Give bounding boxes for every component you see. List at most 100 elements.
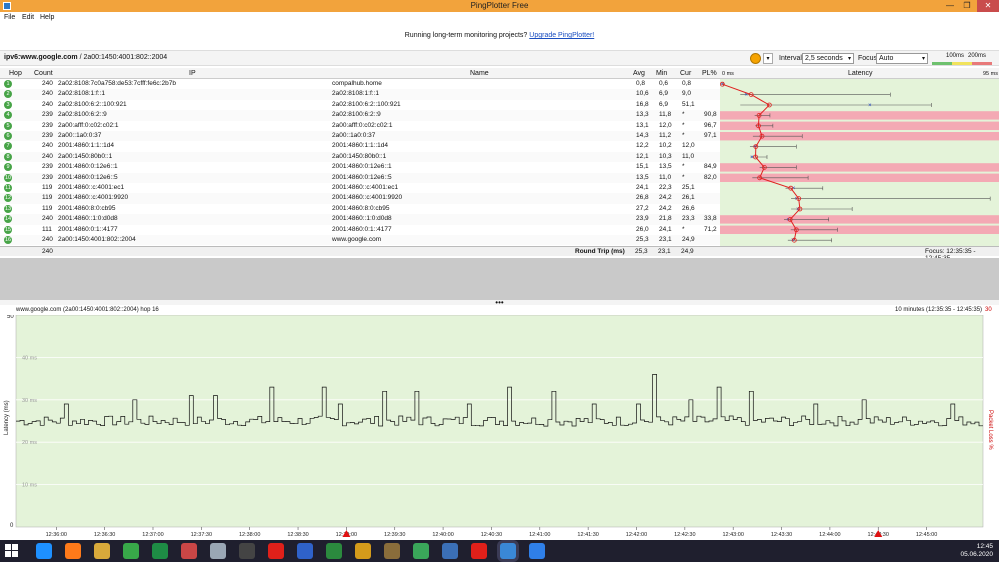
grid-header: Hop Count IP Name Avg Min Cur PL% 0 ms L… — [0, 68, 999, 79]
menu-file[interactable]: File — [4, 14, 15, 21]
col-cur[interactable]: Cur — [680, 70, 691, 77]
network-icon[interactable] — [442, 543, 458, 559]
cell-cur: 9,0 — [682, 90, 692, 98]
cell-min: 12,0 — [659, 121, 672, 129]
clock-date: 05.06.2020 — [960, 551, 993, 558]
packet-loss-band — [720, 225, 999, 234]
table-row[interactable]: 15 111 2001:4860:0:1::4177 2001:4860:0:1::4… — [0, 225, 720, 235]
table-row[interactable]: 2 240 2a02:8108:1:f::1 2a02:8108:1:f::1 10,6… — [0, 89, 720, 100]
cell-pl: 97,1 — [704, 132, 717, 139]
gridline-label: 10 ms — [22, 483, 37, 489]
wrench-icon[interactable] — [384, 543, 400, 559]
globe-icon[interactable] — [413, 543, 429, 559]
cell-pl: 82,0 — [704, 173, 717, 181]
pause-dropdown-icon[interactable]: ▾ — [763, 53, 773, 64]
menu-bar: File Edit Help — [0, 12, 999, 23]
latency-scale-legend: 100ms 200ms — [932, 53, 992, 65]
col-min[interactable]: Min — [656, 70, 667, 77]
notepad-icon[interactable] — [210, 543, 226, 559]
taskbar: 12:45 05.06.2020 — [0, 540, 999, 562]
cell-name: 2001:4860:0:12e6::5 — [332, 173, 392, 181]
table-row[interactable]: 7 240 2001:4860:1:1::1d4 2001:4860:1:1::1d4… — [0, 141, 720, 151]
cell-min: 6,9 — [659, 90, 669, 98]
focus-select[interactable]: Auto ▾ — [876, 53, 928, 64]
table-row[interactable]: 10 239 2001:4860:0:12e6::5 2001:4860:0:12e6… — [0, 172, 720, 183]
col-hop[interactable]: Hop — [9, 70, 22, 77]
cell-ip: 2a00:1450:80b0::1 — [58, 152, 113, 160]
col-latency[interactable]: Latency — [848, 70, 873, 77]
minimize-button[interactable]: — — [942, 0, 958, 12]
cell-pl: 71,2 — [704, 225, 717, 233]
table-row[interactable]: 3 240 2a02:8100:6:2::100:921 2a02:8100:6:2:… — [0, 100, 720, 110]
table-row[interactable]: 8 240 2a00:1450:80b0::1 2a00:1450:80b0::1 12… — [0, 151, 720, 163]
opera-gx-icon[interactable] — [471, 543, 487, 559]
pause-button[interactable] — [750, 53, 761, 64]
col-ip[interactable]: IP — [189, 70, 196, 77]
x-tick-label: 12:44:00 — [819, 532, 840, 538]
table-row[interactable]: 4 239 2a02:8100:6:2::9 2a02:8100:6:2::9 13,3… — [0, 110, 720, 121]
project-icon[interactable] — [326, 543, 342, 559]
summary-avg: 25,3 — [635, 248, 648, 255]
promo-text: Running long-term monitoring projects? — [404, 32, 528, 39]
cell-count: 119 — [42, 204, 53, 212]
cell-count: 240 — [42, 215, 53, 223]
table-row[interactable]: 13 119 2001:4860:8:0:cb95 2001:4860:8:0:cb9… — [0, 204, 720, 214]
gridline-label: 30 ms — [22, 398, 37, 404]
system-clock[interactable]: 12:45 05.06.2020 — [960, 543, 993, 559]
cell-min: 10,2 — [659, 142, 672, 150]
paint-icon[interactable] — [181, 543, 197, 559]
summary-row: 240 Round Trip (ms) 25,3 23,1 24,9 Focus… — [0, 246, 999, 262]
firefox-icon[interactable] — [65, 543, 81, 559]
hop-status-icon: 9 — [4, 163, 12, 172]
windows-start-icon[interactable] — [5, 544, 19, 558]
cell-name: 2a02:8108:1:f::1 — [332, 90, 379, 98]
cell-count: 240 — [42, 142, 53, 150]
upgrade-link[interactable]: Upgrade PingPlotter! — [529, 32, 594, 39]
menu-help[interactable]: Help — [40, 14, 54, 21]
cell-min: 10,3 — [659, 152, 672, 160]
file-explorer-icon[interactable] — [94, 543, 110, 559]
promo-banner: Running long-term monitoring projects? U… — [0, 32, 999, 39]
excel-icon[interactable] — [152, 543, 168, 559]
chrome-icon[interactable] — [123, 543, 139, 559]
opera-icon[interactable] — [268, 543, 284, 559]
interval-select[interactable]: 2,5 seconds ▾ — [802, 53, 854, 64]
table-row[interactable]: 11 119 2001:4860::c:4001:ec1 2001:4860::c:4… — [0, 183, 720, 193]
menu-edit[interactable]: Edit — [22, 14, 34, 21]
y-axis-max-label: 50 — [7, 315, 14, 320]
hop-status-icon: 5 — [4, 121, 12, 130]
table-row[interactable]: 16 240 2a00:1450:4001:802::2004 www.google.… — [0, 235, 720, 246]
visio-icon[interactable] — [297, 543, 313, 559]
y-axis-title: Latency (ms) — [4, 400, 10, 435]
table-row[interactable]: 12 119 2001:4860::c:4001:9920 2001:4860::c:… — [0, 193, 720, 204]
table-row[interactable]: 5 239 2a00:afff:0:c02:c02:1 2a00:afff:0:c02… — [0, 121, 720, 131]
cell-ip: 2001:4860:0:12e6::5 — [58, 173, 118, 181]
table-row[interactable]: 6 239 2a00::1a0:0:37 2a00::1a0:0:37 14,3 11,2… — [0, 131, 720, 142]
cell-avg: 14,3 — [636, 132, 649, 139]
media-icon[interactable] — [239, 543, 255, 559]
dropbox-icon[interactable] — [529, 543, 545, 559]
table-row[interactable]: 9 239 2001:4860:0:12e6::1 2001:4860:0:12e6:… — [0, 162, 720, 172]
cell-min: 11,0 — [659, 173, 672, 181]
col-avg[interactable]: Avg — [633, 70, 645, 77]
hop-status-icon: 6 — [4, 132, 12, 140]
cell-name: www.google.com — [332, 236, 382, 243]
maximize-button[interactable]: ❐ — [959, 0, 975, 12]
edge-icon[interactable] — [36, 543, 52, 559]
table-row[interactable]: 14 240 2001:4860::1:0:d0d8 2001:4860::1:0:d… — [0, 214, 720, 225]
table-row[interactable]: 1 240 2a02:8108:7c0a758:de53:7cfff:fe6c:2b… — [0, 79, 720, 89]
col-name[interactable]: Name — [470, 70, 489, 77]
summary-count: 240 — [42, 248, 53, 255]
cell-name: 2001:4860:0:12e6::1 — [332, 163, 392, 171]
col-count[interactable]: Count — [34, 70, 53, 77]
x-tick-label: 12:37:00 — [142, 532, 163, 538]
cell-cur: * — [682, 225, 685, 233]
x-tick-label: 12:40:30 — [481, 532, 502, 538]
close-button[interactable]: ✕ — [977, 0, 999, 12]
col-pl[interactable]: PL% — [702, 70, 717, 77]
latency-max-label: 95 ms — [983, 71, 998, 77]
cell-count: 239 — [42, 173, 53, 181]
cell-name: 2001:4860:8:0:cb95 — [332, 204, 390, 212]
pingplotter-icon[interactable] — [500, 543, 516, 559]
tools-icon[interactable] — [355, 543, 371, 559]
